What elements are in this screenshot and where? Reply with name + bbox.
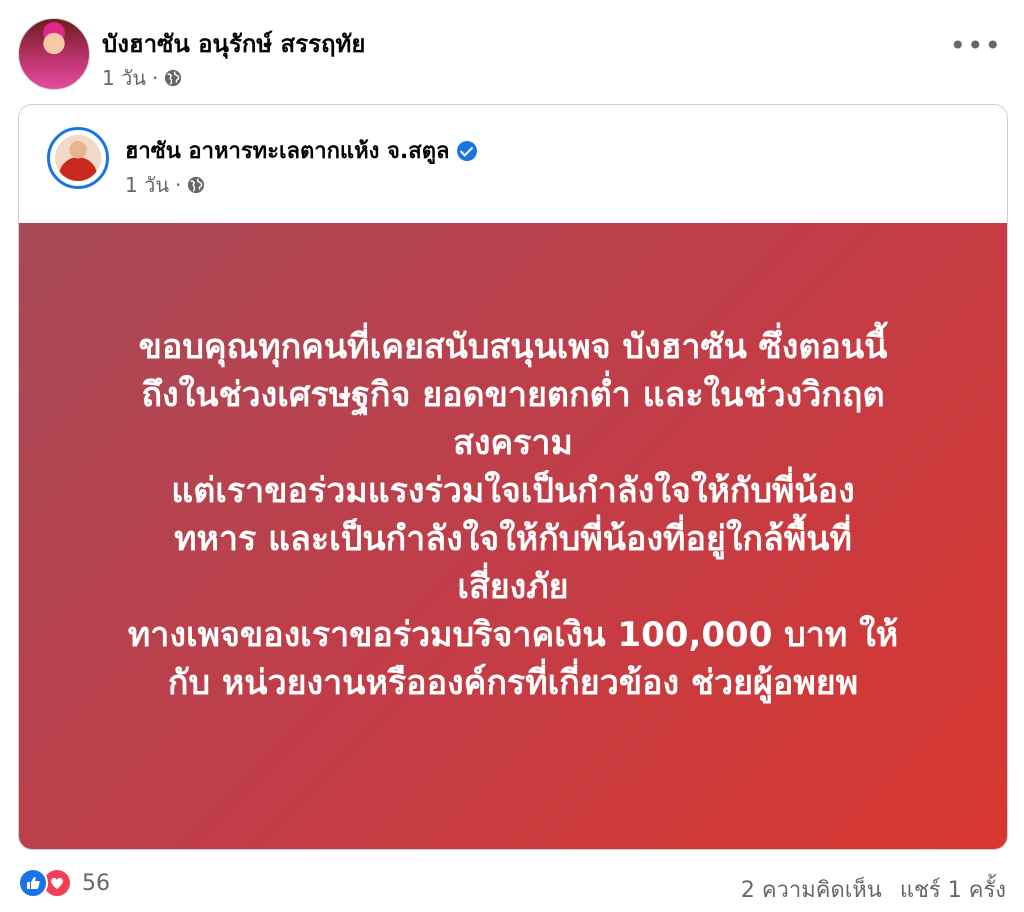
more-options-icon[interactable]: ••• xyxy=(949,32,1002,60)
post-header: บังฮาซัน อนุรักษ์ สรรฤทัย 1 วัน · ••• xyxy=(18,16,1006,92)
text-background-banner: ขอบคุณทุกคนที่เคยสนับสนุนเพจ บังฮาซัน ซึ… xyxy=(19,223,1007,849)
author-name[interactable]: บังฮาซัน อนุรักษ์ สรรฤทัย xyxy=(102,24,365,63)
shared-post-header: ฮาซัน อาหารทะเลตากแห้ง จ.สตูล 1 วัน · xyxy=(19,105,1007,223)
engagement-stats: 2 ความคิดเห็น แชร์ 1 ครั้ง xyxy=(741,872,1006,907)
like-icon xyxy=(18,868,48,898)
page-name-row: ฮาซัน อาหารทะเลตากแห้ง จ.สตูล xyxy=(125,133,478,168)
facebook-post: บังฮาซัน อนุรักษ์ สรรฤทัย 1 วัน · ••• ฮา… xyxy=(0,0,1024,912)
shared-post-timestamp[interactable]: 1 วัน xyxy=(125,169,169,201)
post-meta: 1 วัน · xyxy=(102,62,182,94)
shared-post-card[interactable]: ฮาซัน อาหารทะเลตากแห้ง จ.สตูล 1 วัน · ขอ… xyxy=(18,104,1008,850)
page-avatar-image xyxy=(55,135,101,181)
page-avatar[interactable] xyxy=(47,127,109,189)
comments-count-link[interactable]: 2 ความคิดเห็น xyxy=(741,872,882,907)
post-timestamp[interactable]: 1 วัน xyxy=(102,62,146,94)
verified-badge-icon xyxy=(457,140,478,161)
shares-count-link[interactable]: แชร์ 1 ครั้ง xyxy=(900,872,1006,907)
meta-separator: · xyxy=(174,173,182,197)
author-avatar[interactable] xyxy=(18,18,90,90)
globe-icon xyxy=(165,69,182,87)
page-name[interactable]: ฮาซัน อาหารทะเลตากแห้ง จ.สตูล xyxy=(125,133,449,168)
reaction-count: 56 xyxy=(82,870,110,896)
meta-separator: · xyxy=(151,66,159,90)
reactions-summary[interactable]: 56 xyxy=(18,868,110,898)
globe-icon xyxy=(188,176,205,194)
post-message: ขอบคุณทุกคนที่เคยสนับสนุนเพจ บังฮาซัน ซึ… xyxy=(127,327,899,703)
post-footer: 56 2 ความคิดเห็น แชร์ 1 ครั้ง xyxy=(18,862,1006,903)
shared-post-meta: 1 วัน · xyxy=(125,169,205,201)
